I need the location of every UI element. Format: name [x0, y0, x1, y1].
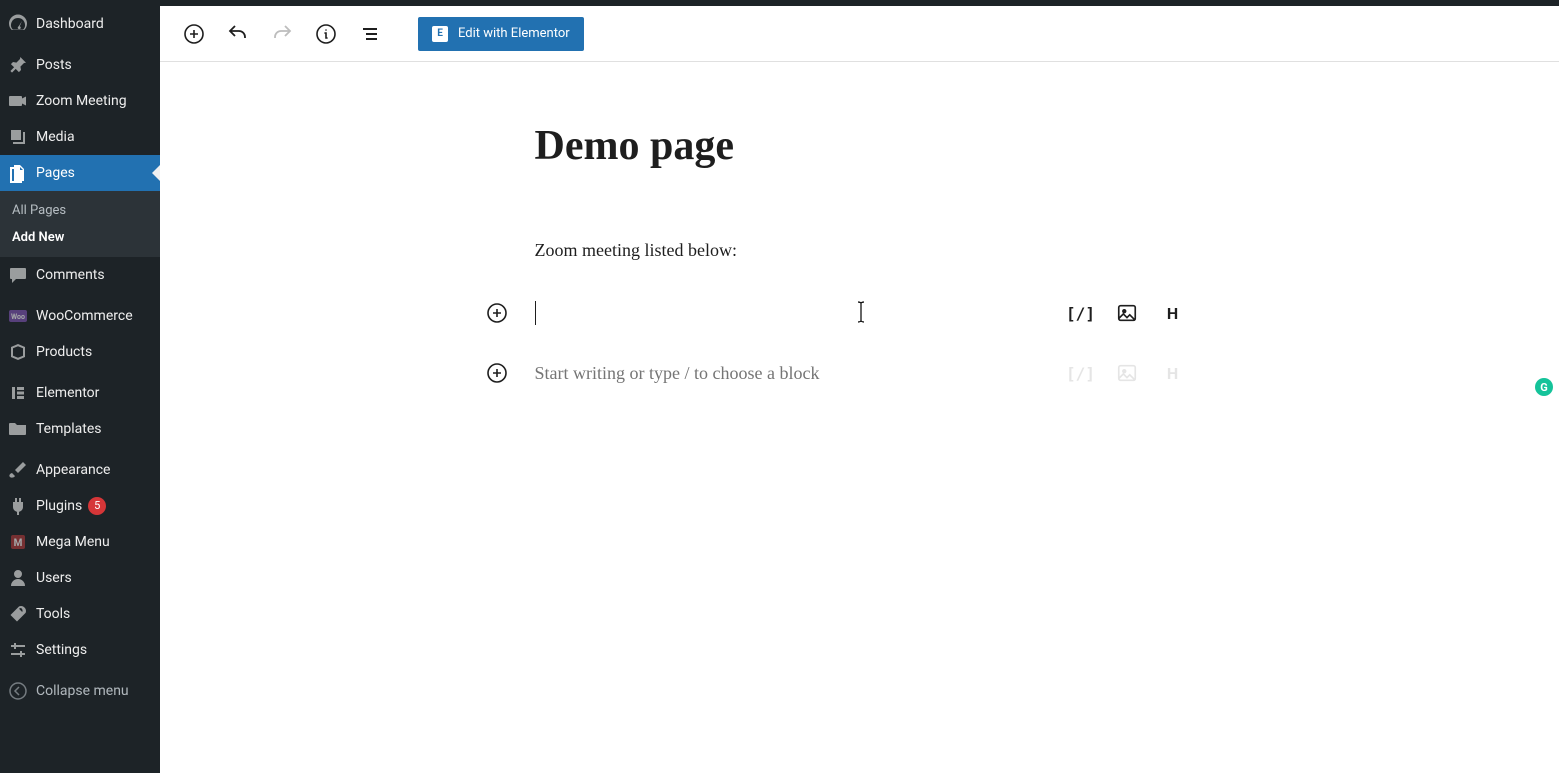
sidebar-item-label: Users: [36, 569, 72, 587]
user-icon: [8, 568, 28, 588]
sidebar-item-mega-menu[interactable]: M Mega Menu: [0, 524, 160, 560]
sidebar-item-elementor[interactable]: Elementor: [0, 375, 160, 411]
box-icon: [8, 342, 28, 362]
heading-insert-icon: H: [1161, 361, 1185, 385]
image-insert-icon[interactable]: [1115, 301, 1139, 325]
elementor-button-label: Edit with Elementor: [458, 26, 570, 41]
paragraph-block[interactable]: Zoom meeting listed below:: [535, 240, 1185, 261]
pin-icon: [8, 55, 28, 75]
mega-menu-icon: M: [8, 532, 28, 552]
quick-insert-group: [/] H: [1069, 301, 1185, 325]
sidebar-item-templates[interactable]: Templates: [0, 411, 160, 447]
sidebar-item-label: WooCommerce: [36, 307, 133, 325]
elementor-icon: [8, 383, 28, 403]
sidebar-item-label: Media: [36, 128, 75, 146]
sidebar-item-label: Appearance: [36, 461, 110, 479]
shortcode-insert-icon: [/]: [1069, 361, 1093, 385]
sidebar-item-label: Comments: [36, 266, 105, 284]
sidebar-item-posts[interactable]: Posts: [0, 47, 160, 83]
sliders-icon: [8, 640, 28, 660]
heading-insert-icon[interactable]: H: [1161, 301, 1185, 325]
editor-canvas[interactable]: Demo page Zoom meeting listed below: [/]: [160, 62, 1559, 773]
page-title[interactable]: Demo page: [535, 122, 1185, 170]
sidebar-item-pages[interactable]: Pages: [0, 155, 160, 191]
sidebar-item-products[interactable]: Products: [0, 334, 160, 370]
sidebar-submenu-pages: All Pages Add New: [0, 191, 160, 257]
sidebar-item-label: Collapse menu: [36, 682, 129, 700]
submenu-add-new[interactable]: Add New: [0, 224, 160, 251]
comment-icon: [8, 265, 28, 285]
svg-text:Woo: Woo: [11, 313, 25, 321]
sidebar-item-label: Tools: [36, 605, 70, 623]
sidebar-item-settings[interactable]: Settings: [0, 632, 160, 668]
sidebar-item-label: Settings: [36, 641, 87, 659]
info-button[interactable]: [308, 16, 344, 52]
pages-icon: [8, 163, 28, 183]
edit-with-elementor-button[interactable]: E Edit with Elementor: [418, 17, 584, 51]
block-inserter-button[interactable]: [485, 361, 509, 385]
sidebar-item-label: Pages: [36, 164, 75, 182]
sidebar-item-label: Plugins: [36, 497, 82, 515]
text-cursor-icon: [857, 301, 865, 323]
sidebar-item-collapse[interactable]: Collapse menu: [0, 673, 160, 709]
gauge-icon: [8, 14, 28, 34]
appender-block-row: Start writing or type / to choose a bloc…: [535, 359, 1185, 387]
video-icon: [8, 91, 28, 111]
sidebar-item-dashboard[interactable]: Dashboard: [0, 6, 160, 42]
plugins-update-badge: 5: [88, 497, 106, 515]
sidebar-item-label: Products: [36, 343, 92, 361]
block-inserter-button[interactable]: [485, 301, 509, 325]
sidebar-item-zoom-meeting[interactable]: Zoom Meeting: [0, 83, 160, 119]
brush-icon: [8, 460, 28, 480]
editor-toolbar: E Edit with Elementor: [160, 6, 1559, 62]
empty-block-row: [/] H: [535, 299, 1185, 327]
sidebar-item-label: Zoom Meeting: [36, 92, 127, 110]
sidebar-item-woocommerce[interactable]: Woo WooCommerce: [0, 298, 160, 334]
outline-button[interactable]: [352, 16, 388, 52]
submenu-all-pages[interactable]: All Pages: [0, 197, 160, 224]
sidebar-item-label: Dashboard: [36, 15, 104, 33]
editor-main: E Edit with Elementor Demo page Zoom mee…: [160, 6, 1559, 773]
image-insert-icon: [1115, 361, 1139, 385]
sidebar-item-media[interactable]: Media: [0, 119, 160, 155]
sidebar-item-plugins[interactable]: Plugins 5: [0, 488, 160, 524]
redo-button[interactable]: [264, 16, 300, 52]
admin-sidebar: Dashboard Posts Zoom Meeting Media: [0, 6, 160, 773]
elementor-icon: E: [432, 26, 448, 42]
sidebar-item-label: Elementor: [36, 384, 99, 402]
empty-paragraph-block[interactable]: [535, 301, 855, 325]
sidebar-item-users[interactable]: Users: [0, 560, 160, 596]
sidebar-item-comments[interactable]: Comments: [0, 257, 160, 293]
sidebar-item-label: Templates: [36, 420, 102, 438]
sidebar-item-label: Posts: [36, 56, 72, 74]
quick-insert-group-faded: [/] H: [1069, 361, 1185, 385]
folder-icon: [8, 419, 28, 439]
wrench-icon: [8, 604, 28, 624]
shortcode-insert-icon[interactable]: [/]: [1069, 301, 1093, 325]
sidebar-item-label: Mega Menu: [36, 533, 110, 551]
add-block-button[interactable]: [176, 16, 212, 52]
sidebar-item-appearance[interactable]: Appearance: [0, 452, 160, 488]
block-appender-placeholder[interactable]: Start writing or type / to choose a bloc…: [535, 363, 820, 384]
svg-text:M: M: [14, 538, 23, 549]
media-icon: [8, 127, 28, 147]
grammarly-icon[interactable]: G: [1535, 378, 1553, 396]
sidebar-item-tools[interactable]: Tools: [0, 596, 160, 632]
collapse-icon: [8, 681, 28, 701]
plug-icon: [8, 496, 28, 516]
woocommerce-icon: Woo: [8, 306, 28, 326]
undo-button[interactable]: [220, 16, 256, 52]
